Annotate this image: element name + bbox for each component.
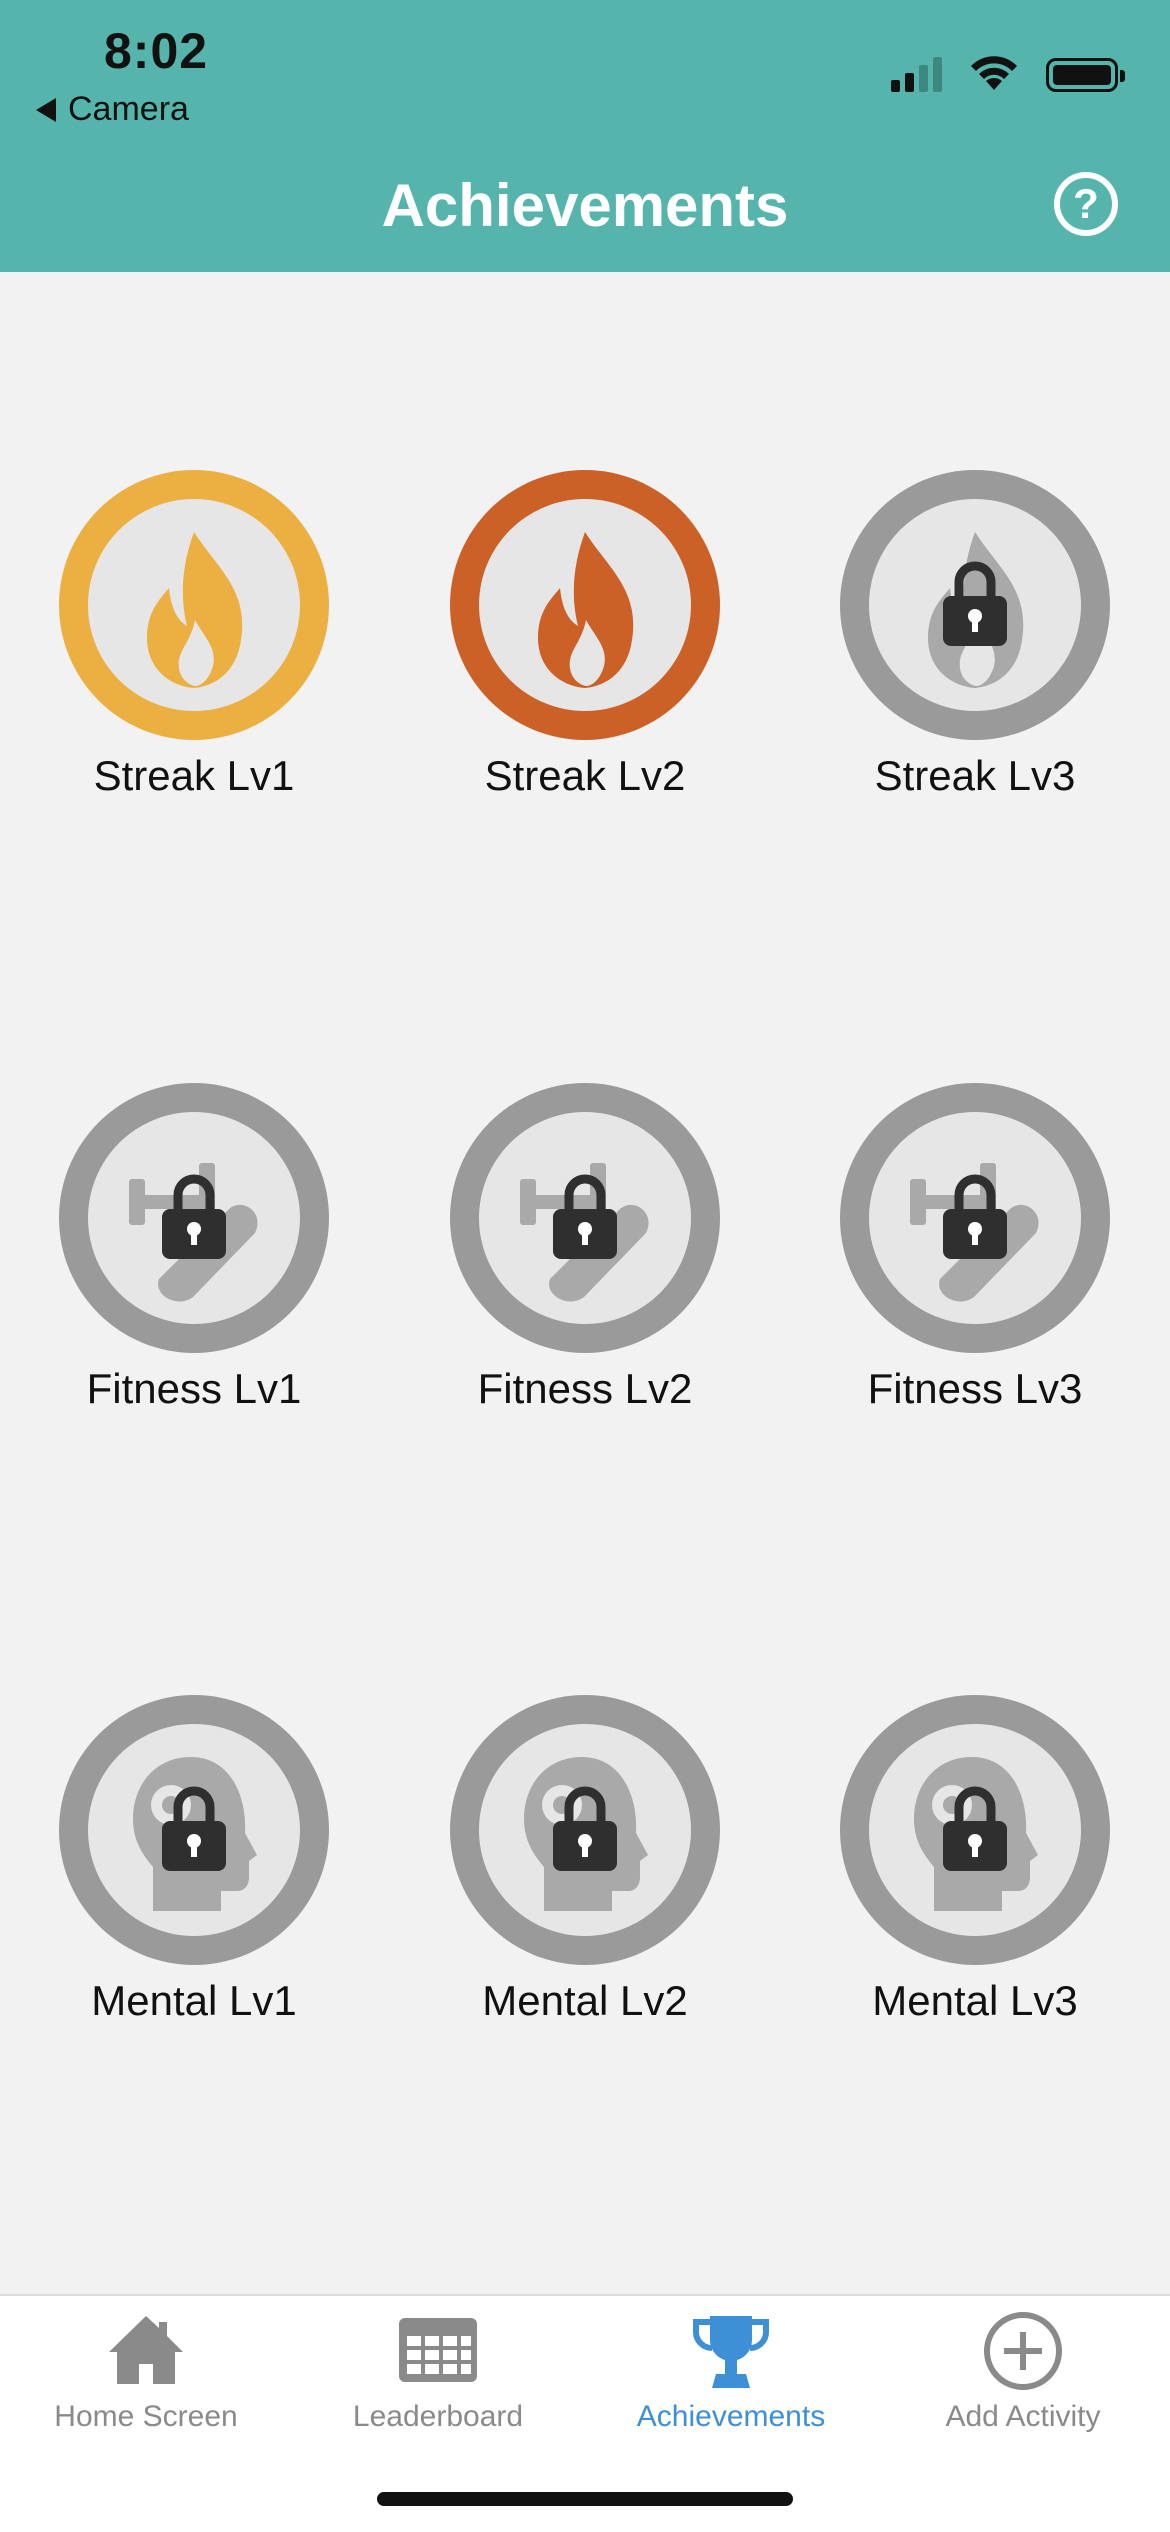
flame-medal-icon: [840, 470, 1110, 740]
fitness-medal-icon: [59, 1083, 329, 1353]
achievement-label: Fitness Lv1: [86, 1365, 302, 1412]
table-grid-icon: [393, 2306, 483, 2396]
status-icons: [891, 52, 1125, 92]
home-icon: [101, 2306, 191, 2396]
tab-home-screen[interactable]: Home Screen: [0, 2306, 292, 2456]
brain-head-medal-icon: [450, 1695, 720, 1965]
achievement-fitness-lv2[interactable]: Fitness Lv2: [415, 1083, 755, 1463]
achievement-label: Mental Lv3: [872, 1977, 1078, 2024]
tab-label: Achievements: [636, 2400, 826, 2433]
achievement-mental-lv1[interactable]: Mental Lv1: [24, 1695, 364, 2075]
back-app-label: Camera: [68, 90, 189, 128]
achievement-streak-lv3[interactable]: Streak Lv3: [805, 470, 1145, 850]
achievement-label: Fitness Lv3: [867, 1365, 1083, 1412]
achievement-mental-lv3[interactable]: Mental Lv3: [805, 1695, 1145, 2075]
achievement-label: Mental Lv2: [482, 1977, 688, 2024]
brain-head-medal-icon: [840, 1695, 1110, 1965]
achievement-label: Fitness Lv2: [477, 1365, 693, 1412]
achievement-label: Mental Lv1: [91, 1977, 297, 2024]
brain-head-medal-icon: [59, 1695, 329, 1965]
back-arrow-icon: [36, 97, 56, 122]
achievement-fitness-lv1[interactable]: Fitness Lv1: [24, 1083, 364, 1463]
battery-icon: [1046, 58, 1125, 92]
tab-label: Home Screen: [54, 2400, 238, 2433]
tab-leaderboard[interactable]: Leaderboard: [292, 2306, 584, 2456]
back-to-app-link[interactable]: Camera: [36, 90, 189, 129]
trophy-icon: [686, 2306, 776, 2396]
flame-medal-icon: [450, 470, 720, 740]
tab-achievements[interactable]: Achievements: [585, 2306, 877, 2456]
achievement-streak-lv1[interactable]: Streak Lv1: [24, 470, 364, 850]
wifi-icon: [971, 56, 1017, 90]
achievement-mental-lv2[interactable]: Mental Lv2: [415, 1695, 755, 2075]
plus-circle-icon: [978, 2306, 1068, 2396]
achievement-label: Streak Lv1: [93, 752, 295, 799]
page-title: Achievements: [381, 172, 789, 239]
tab-label: Leaderboard: [352, 2400, 524, 2433]
status-time: 8:02: [104, 23, 209, 79]
fitness-medal-icon: [450, 1083, 720, 1353]
achievement-streak-lv2[interactable]: Streak Lv2: [415, 470, 755, 850]
home-indicator: [377, 2492, 793, 2506]
help-button[interactable]: ?: [1054, 172, 1118, 236]
flame-medal-icon: [59, 470, 329, 740]
app-header: 8:02 Camera Achievements ?: [0, 0, 1170, 272]
tab-add-activity[interactable]: Add Activity: [877, 2306, 1169, 2456]
tab-label: Add Activity: [945, 2400, 1101, 2433]
fitness-medal-icon: [840, 1083, 1110, 1353]
achievements-grid: Streak Lv1 Streak Lv2 Streak Lv3 Fitness Lv…: [0, 272, 1170, 2237]
achievement-label: Streak Lv2: [484, 752, 686, 799]
achievement-label: Streak Lv3: [874, 752, 1076, 799]
cellular-signal-icon: [891, 54, 942, 92]
achievement-fitness-lv3[interactable]: Fitness Lv3: [805, 1083, 1145, 1463]
